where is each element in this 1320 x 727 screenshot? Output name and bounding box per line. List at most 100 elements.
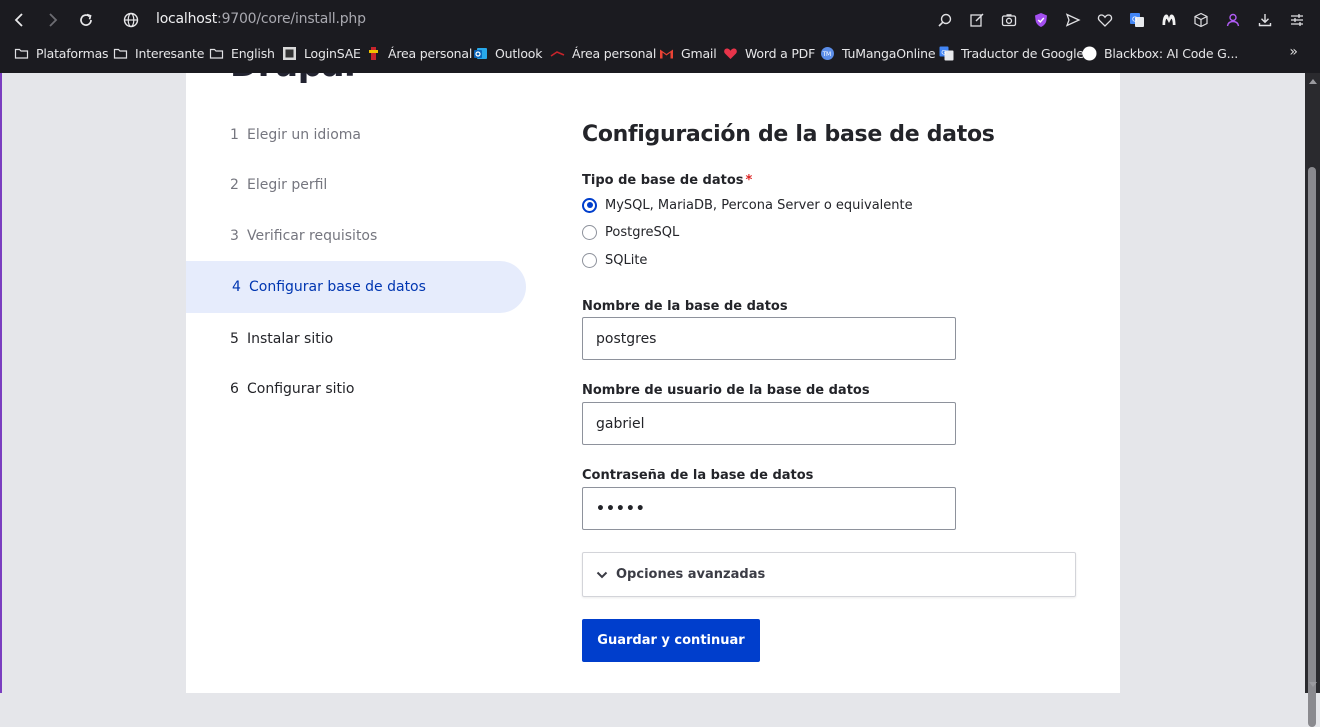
site-info-globe-icon[interactable] xyxy=(119,8,143,32)
step-number: 3 xyxy=(230,228,239,244)
save-and-continue-button[interactable]: Guardar y continuar xyxy=(582,619,760,662)
browser-chrome: localhost:9700/core/install.php G Plataf… xyxy=(0,0,1320,73)
svg-text:G: G xyxy=(941,48,946,56)
bookmark-word-a-pdf[interactable]: Word a PDF xyxy=(723,44,815,62)
chevron-down-icon xyxy=(595,568,609,582)
step-label: Configurar sitio xyxy=(247,381,355,397)
bookmark-label: Área personal xyxy=(388,45,473,61)
advanced-options-toggle[interactable]: Opciones avanzadas xyxy=(582,552,1076,597)
bookmark-label: Word a PDF xyxy=(745,45,816,61)
address-bar: localhost:9700/core/install.php G xyxy=(0,0,1320,40)
area-personal-red-icon xyxy=(550,46,565,61)
db-password-label: Contraseña de la base de datos xyxy=(582,468,814,483)
bookmark-area-personal[interactable]: Área personal xyxy=(366,44,472,62)
folder-icon xyxy=(209,46,224,61)
step-number: 4 xyxy=(232,279,241,295)
bookmark-label: Gmail xyxy=(681,45,717,61)
bookmark-loginsae[interactable]: LoginSAE xyxy=(282,44,361,62)
bookmark-english[interactable]: English xyxy=(209,44,275,62)
radio-postgresql[interactable]: PostgreSQL xyxy=(582,222,679,242)
area-personal-icon xyxy=(366,46,381,61)
radio-unselected-icon[interactable] xyxy=(582,224,597,240)
bookmark-label: Blackbox: AI Code G... xyxy=(1104,45,1238,61)
edit-share-icon[interactable] xyxy=(966,9,988,31)
step-elegir-idioma: 1 Elegir un idioma xyxy=(186,109,526,161)
outlook-icon xyxy=(473,46,488,61)
step-label: Verificar requisitos xyxy=(247,228,378,244)
db-user-label: Nombre de usuario de la base de datos xyxy=(582,383,870,398)
bookmark-label: Plataformas xyxy=(36,45,109,61)
url-field[interactable]: localhost:9700/core/install.php xyxy=(156,11,366,27)
browser-toolbar: G xyxy=(934,9,1308,31)
menu-icon[interactable] xyxy=(1286,9,1308,31)
site-brand: Drupal xyxy=(230,73,356,85)
bookmark-plataformas[interactable]: Plataformas xyxy=(14,44,109,62)
url-host: localhost xyxy=(156,11,218,27)
camera-icon[interactable] xyxy=(998,9,1020,31)
heart-outline-icon[interactable] xyxy=(1094,9,1116,31)
step-number: 6 xyxy=(230,381,239,397)
bookmark-outlook[interactable]: Outlook xyxy=(473,44,542,62)
heart-icon xyxy=(723,46,738,61)
bookmark-tumangaonline[interactable]: TM TuMangaOnline xyxy=(820,44,936,62)
db-name-input[interactable]: postgres xyxy=(582,317,956,360)
bookmark-label: Outlook xyxy=(495,45,543,61)
step-elegir-perfil: 2 Elegir perfil xyxy=(186,159,526,211)
step-verificar-requisitos: 3 Verificar requisitos xyxy=(186,210,526,262)
db-type-label-text: Tipo de base de datos xyxy=(582,173,744,188)
scroll-up-icon[interactable] xyxy=(1309,79,1317,84)
bookmark-area-personal-2[interactable]: Área personal xyxy=(550,44,656,62)
shield-vpn-icon[interactable] xyxy=(1030,9,1052,31)
profile-icon[interactable] xyxy=(1222,9,1244,31)
bookmark-gmail[interactable]: Gmail xyxy=(659,44,717,62)
url-path: :9700/core/install.php xyxy=(217,11,366,27)
radio-label: MySQL, MariaDB, Percona Server o equival… xyxy=(605,197,913,213)
bookmark-label: LoginSAE xyxy=(304,45,361,61)
folder-icon xyxy=(113,46,128,61)
radio-unselected-icon[interactable] xyxy=(582,252,597,268)
forward-icon[interactable] xyxy=(40,8,64,32)
radio-mysql[interactable]: MySQL, MariaDB, Percona Server o equival… xyxy=(582,195,913,215)
radio-label: SQLite xyxy=(605,252,648,268)
bookmarks-overflow-button[interactable]: » xyxy=(1289,44,1298,60)
back-icon[interactable] xyxy=(8,8,32,32)
malwarebytes-icon[interactable] xyxy=(1158,9,1180,31)
scrollbar-thumb[interactable] xyxy=(1308,167,1316,727)
step-label: Elegir perfil xyxy=(247,177,328,193)
db-password-input[interactable]: ••••• xyxy=(582,487,956,530)
bookmark-interesante[interactable]: Interesante xyxy=(113,44,204,62)
folder-icon xyxy=(14,46,29,61)
radio-sqlite[interactable]: SQLite xyxy=(582,250,647,270)
required-marker: * xyxy=(745,173,753,188)
cube-extension-icon[interactable] xyxy=(1190,9,1212,31)
bookmark-blackbox[interactable]: Blackbox: AI Code G... xyxy=(1082,44,1238,62)
loginsae-icon xyxy=(282,46,297,61)
translate-extension-icon[interactable]: G xyxy=(1126,9,1148,31)
page-title: Configuración de la base de datos xyxy=(582,122,995,147)
gmail-icon xyxy=(659,46,674,61)
step-configurar-sitio: 6 Configurar sitio xyxy=(186,363,526,415)
download-icon[interactable] xyxy=(1254,9,1276,31)
google-translate-icon: G xyxy=(939,46,954,61)
tumanga-icon: TM xyxy=(820,46,835,61)
step-configurar-base-datos: 4 Configurar base de datos xyxy=(186,261,526,313)
step-label: Elegir un idioma xyxy=(247,127,361,143)
step-label: Configurar base de datos xyxy=(249,279,426,295)
reload-icon[interactable] xyxy=(74,8,98,32)
svg-text:TM: TM xyxy=(822,51,831,58)
db-user-input[interactable]: gabriel xyxy=(582,402,956,445)
bookmark-label: English xyxy=(231,45,275,61)
page-scrollbar[interactable] xyxy=(1305,73,1320,727)
window-edge xyxy=(0,73,2,693)
scroll-down-icon[interactable] xyxy=(1309,682,1317,687)
blackbox-icon xyxy=(1082,46,1097,61)
db-name-label: Nombre de la base de datos xyxy=(582,299,788,314)
bookmark-label: TuMangaOnline xyxy=(842,45,936,61)
radio-selected-icon[interactable] xyxy=(582,197,597,213)
send-icon[interactable] xyxy=(1062,9,1084,31)
step-label: Instalar sitio xyxy=(247,331,334,347)
database-form: Configuración de la base de datos Tipo d… xyxy=(582,73,1102,693)
zoom-search-icon[interactable] xyxy=(934,9,956,31)
bookmark-traductor[interactable]: G Traductor de Google xyxy=(939,44,1084,62)
bookmark-label: Interesante xyxy=(135,45,205,61)
